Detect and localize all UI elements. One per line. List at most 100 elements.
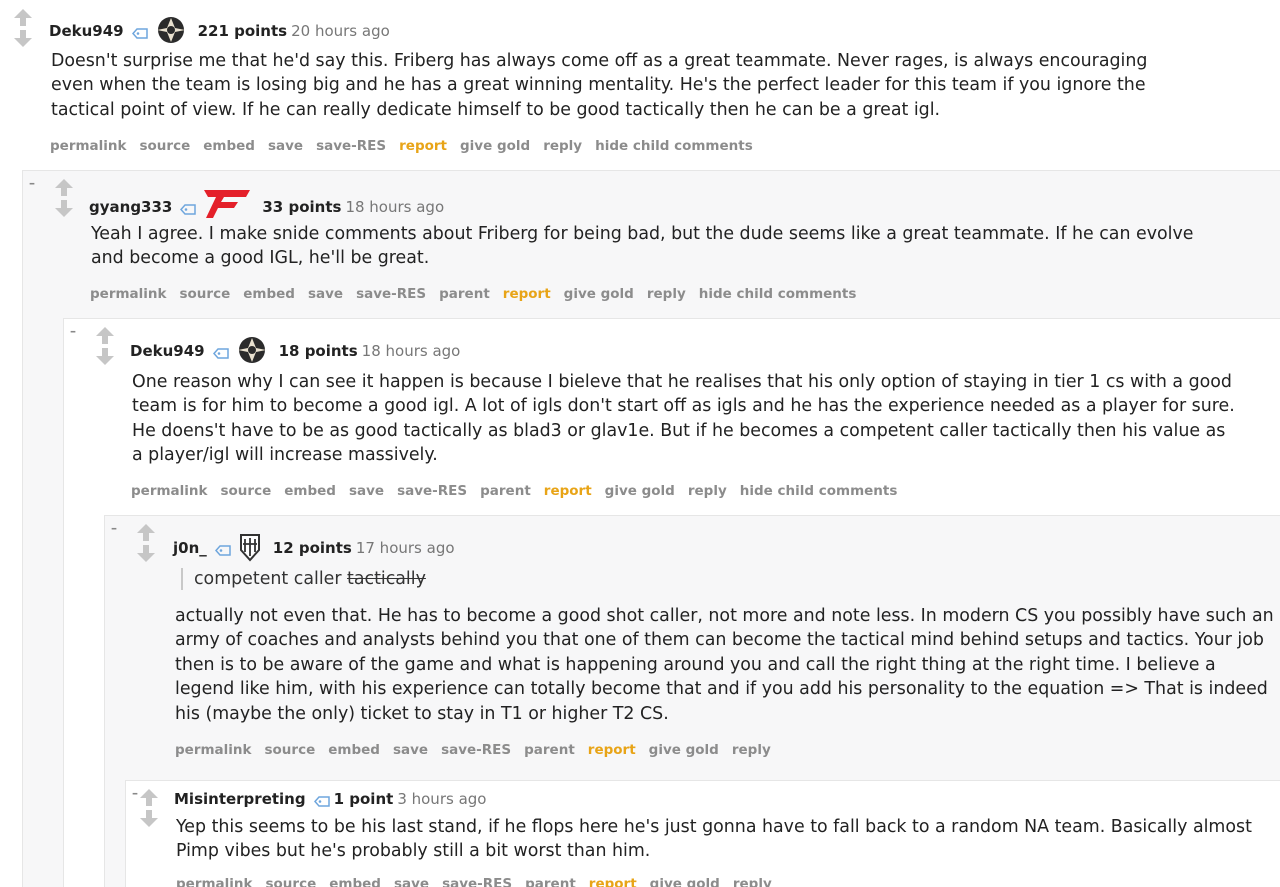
save-res-button[interactable]: save-RES (441, 742, 511, 758)
reply-button[interactable]: reply (733, 876, 772, 887)
save-button[interactable]: save (268, 138, 303, 154)
ninjas-in-pyjamas-flair-icon (237, 337, 266, 363)
report-button[interactable]: report (544, 483, 592, 499)
save-res-button[interactable]: save-RES (356, 286, 426, 302)
give-gold-button[interactable]: give gold (650, 876, 720, 887)
timestamp[interactable]: 17 hours ago (356, 539, 455, 557)
comment-tagline: Misinterpreting 1 point 3 hours ago (174, 789, 486, 809)
collapse-toggle[interactable]: – (29, 177, 35, 189)
give-gold-button[interactable]: give gold (460, 138, 530, 154)
permalink-button[interactable]: permalink (90, 286, 167, 302)
comment-tagline: Deku949 18 points 18 hours ago (130, 335, 460, 365)
permalink-button[interactable]: permalink (175, 742, 252, 758)
author-link[interactable]: j0n_ (173, 539, 207, 557)
save-button[interactable]: save (308, 286, 343, 302)
comment-buttons: permalink source embed save save-RES parent re… (175, 741, 784, 759)
comment-misinterpreting: – Misinterpreting 1 point 3 hours ago Yep … (125, 780, 1280, 887)
upvote-arrow-icon[interactable] (53, 178, 75, 198)
user-tag-icon[interactable] (313, 796, 330, 807)
report-button[interactable]: report (399, 138, 447, 154)
reply-button[interactable]: reply (732, 742, 771, 758)
timestamp[interactable]: 3 hours ago (397, 790, 486, 808)
user-tag-icon[interactable] (131, 28, 148, 39)
user-tag-icon[interactable] (180, 204, 197, 215)
report-button[interactable]: report (588, 742, 636, 758)
author-link[interactable]: Misinterpreting (174, 790, 306, 808)
save-res-button[interactable]: save-RES (397, 483, 467, 499)
give-gold-button[interactable]: give gold (564, 286, 634, 302)
save-res-button[interactable]: save-RES (316, 138, 386, 154)
hide-child-comments-button[interactable]: hide child comments (699, 286, 857, 302)
comment-j0n: – j0n_ 12 points 17 hours ago competent ca… (104, 515, 1280, 887)
report-button[interactable]: report (589, 876, 637, 887)
timestamp[interactable]: 20 hours ago (291, 22, 390, 40)
permalink-button[interactable]: permalink (50, 138, 127, 154)
upvote-arrow-icon[interactable] (138, 788, 160, 808)
hide-child-comments-button[interactable]: hide child comments (595, 138, 753, 154)
save-button[interactable]: save (394, 876, 429, 887)
score: 12 points (272, 539, 352, 557)
comment-thread: Deku949 221 points 20 hours ago Doesn't su… (0, 0, 1280, 887)
source-button[interactable]: source (265, 742, 316, 758)
reply-button[interactable]: reply (543, 138, 582, 154)
comment-tagline: j0n_ 12 points 17 hours ago (173, 532, 455, 562)
embed-button[interactable]: embed (243, 286, 295, 302)
reply-button[interactable]: reply (647, 286, 686, 302)
author-link[interactable]: Deku949 (49, 22, 124, 40)
embed-button[interactable]: embed (328, 742, 380, 758)
save-button[interactable]: save (349, 483, 384, 499)
downvote-arrow-icon[interactable] (94, 346, 116, 366)
parent-button[interactable]: parent (524, 742, 575, 758)
embed-button[interactable]: embed (203, 138, 255, 154)
ninjas-in-pyjamas-flair-icon (156, 17, 185, 43)
comment-buttons: permalink source embed save save-RES parent re… (176, 875, 785, 887)
comment-paragraph: Yep this seems to be his last stand, if … (176, 817, 1252, 862)
collapse-toggle[interactable]: – (111, 522, 117, 534)
timestamp[interactable]: 18 hours ago (362, 342, 461, 360)
report-button[interactable]: report (503, 286, 551, 302)
downvote-arrow-icon[interactable] (138, 808, 160, 828)
user-tag-icon[interactable] (212, 348, 229, 359)
comment-body: actually not even that. He has to become… (175, 604, 1280, 726)
source-button[interactable]: source (180, 286, 231, 302)
save-res-button[interactable]: save-RES (442, 876, 512, 887)
downvote-arrow-icon[interactable] (135, 543, 157, 563)
timestamp[interactable]: 18 hours ago (345, 198, 444, 216)
downvote-arrow-icon[interactable] (53, 198, 75, 218)
embed-button[interactable]: embed (284, 483, 336, 499)
author-link[interactable]: gyang333 (89, 198, 172, 216)
comment-gyang333: – gyang333 33 points 18 hours ago Yeah I a… (22, 170, 1280, 887)
comment-paragraph: Doesn't surprise me that he'd say this. … (51, 51, 1148, 120)
parent-button[interactable]: parent (525, 876, 576, 887)
save-button[interactable]: save (393, 742, 428, 758)
comment-buttons: permalink source embed save save-RES parent re… (131, 482, 910, 500)
upvote-arrow-icon[interactable] (135, 523, 157, 543)
source-button[interactable]: source (221, 483, 272, 499)
comment-buttons: permalink source embed save save-RES report gi… (50, 137, 766, 155)
collapse-toggle[interactable]: – (70, 325, 76, 337)
comment-paragraph: actually not even that. He has to become… (175, 606, 1274, 724)
author-link[interactable]: Deku949 (130, 342, 205, 360)
hide-child-comments-button[interactable]: hide child comments (740, 483, 898, 499)
give-gold-button[interactable]: give gold (649, 742, 719, 758)
downvote-arrow-icon[interactable] (12, 28, 34, 48)
embed-button[interactable]: embed (329, 876, 381, 887)
source-button[interactable]: source (266, 876, 317, 887)
permalink-button[interactable]: permalink (176, 876, 253, 887)
comment-deku949-reply: – Deku949 18 points 18 hours ago One reaso… (63, 318, 1280, 887)
comment-body: Yeah I agree. I make snide comments abou… (91, 222, 1211, 271)
score: 221 points (197, 22, 288, 40)
parent-button[interactable]: parent (439, 286, 490, 302)
permalink-button[interactable]: permalink (131, 483, 208, 499)
quote-text: competent caller (194, 569, 348, 589)
reply-button[interactable]: reply (688, 483, 727, 499)
comment-paragraph: One reason why I can see it happen is be… (132, 372, 1235, 466)
comment-deku949: Deku949 221 points 20 hours ago Doesn't su… (0, 0, 1280, 887)
upvote-arrow-icon[interactable] (94, 326, 116, 346)
give-gold-button[interactable]: give gold (605, 483, 675, 499)
parent-button[interactable]: parent (480, 483, 531, 499)
upvote-arrow-icon[interactable] (12, 8, 34, 28)
source-button[interactable]: source (140, 138, 191, 154)
score: 18 points (278, 342, 358, 360)
user-tag-icon[interactable] (214, 545, 231, 556)
